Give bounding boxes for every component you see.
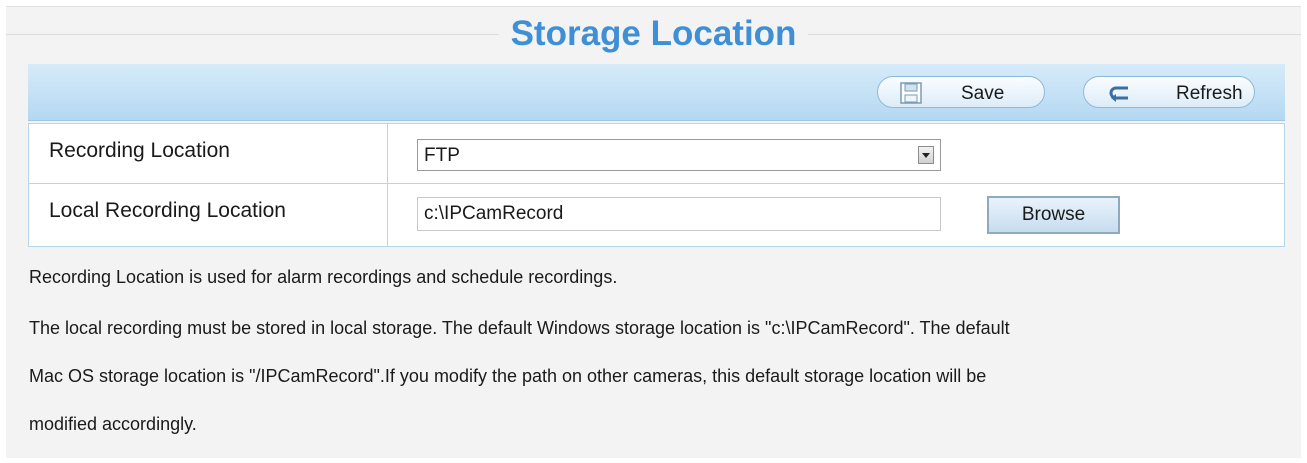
refresh-button[interactable]: Refresh [1083, 76, 1255, 108]
page-title: Storage Location [6, 13, 1301, 55]
recording-location-selected: FTP [424, 145, 460, 166]
save-button[interactable]: Save [877, 76, 1045, 108]
chevron-down-icon[interactable] [918, 146, 934, 164]
refresh-arrow-icon [1109, 86, 1128, 102]
toolbar: Save Refresh [28, 64, 1285, 121]
refresh-button-label: Refresh [1176, 83, 1243, 104]
recording-location-select[interactable]: FTP [417, 139, 941, 171]
floppy-disk-icon [900, 82, 922, 104]
local-recording-path-input[interactable] [417, 197, 941, 231]
recording-location-row: Recording Location FTP [29, 124, 1284, 184]
page-title-text: Storage Location [498, 14, 809, 53]
recording-location-label-cell: Recording Location [29, 124, 388, 183]
local-recording-location-row: Local Recording Location Browse [29, 184, 1284, 246]
browse-button[interactable]: Browse [987, 196, 1120, 234]
local-recording-location-label-cell: Local Recording Location [29, 184, 388, 246]
info-text-line-1: Recording Location is used for alarm rec… [29, 267, 618, 287]
info-text-line-4: modified accordingly. [29, 414, 197, 434]
save-button-label: Save [961, 83, 1005, 104]
storage-settings-form: Recording Location FTP Local Recording L… [28, 123, 1285, 247]
info-text-line-3: Mac OS storage location is "/IPCamRecord… [29, 366, 987, 386]
local-recording-location-label: Local Recording Location [49, 199, 286, 222]
recording-location-label: Recording Location [49, 139, 230, 162]
info-text-line-2: The local recording must be stored in lo… [29, 318, 1010, 338]
